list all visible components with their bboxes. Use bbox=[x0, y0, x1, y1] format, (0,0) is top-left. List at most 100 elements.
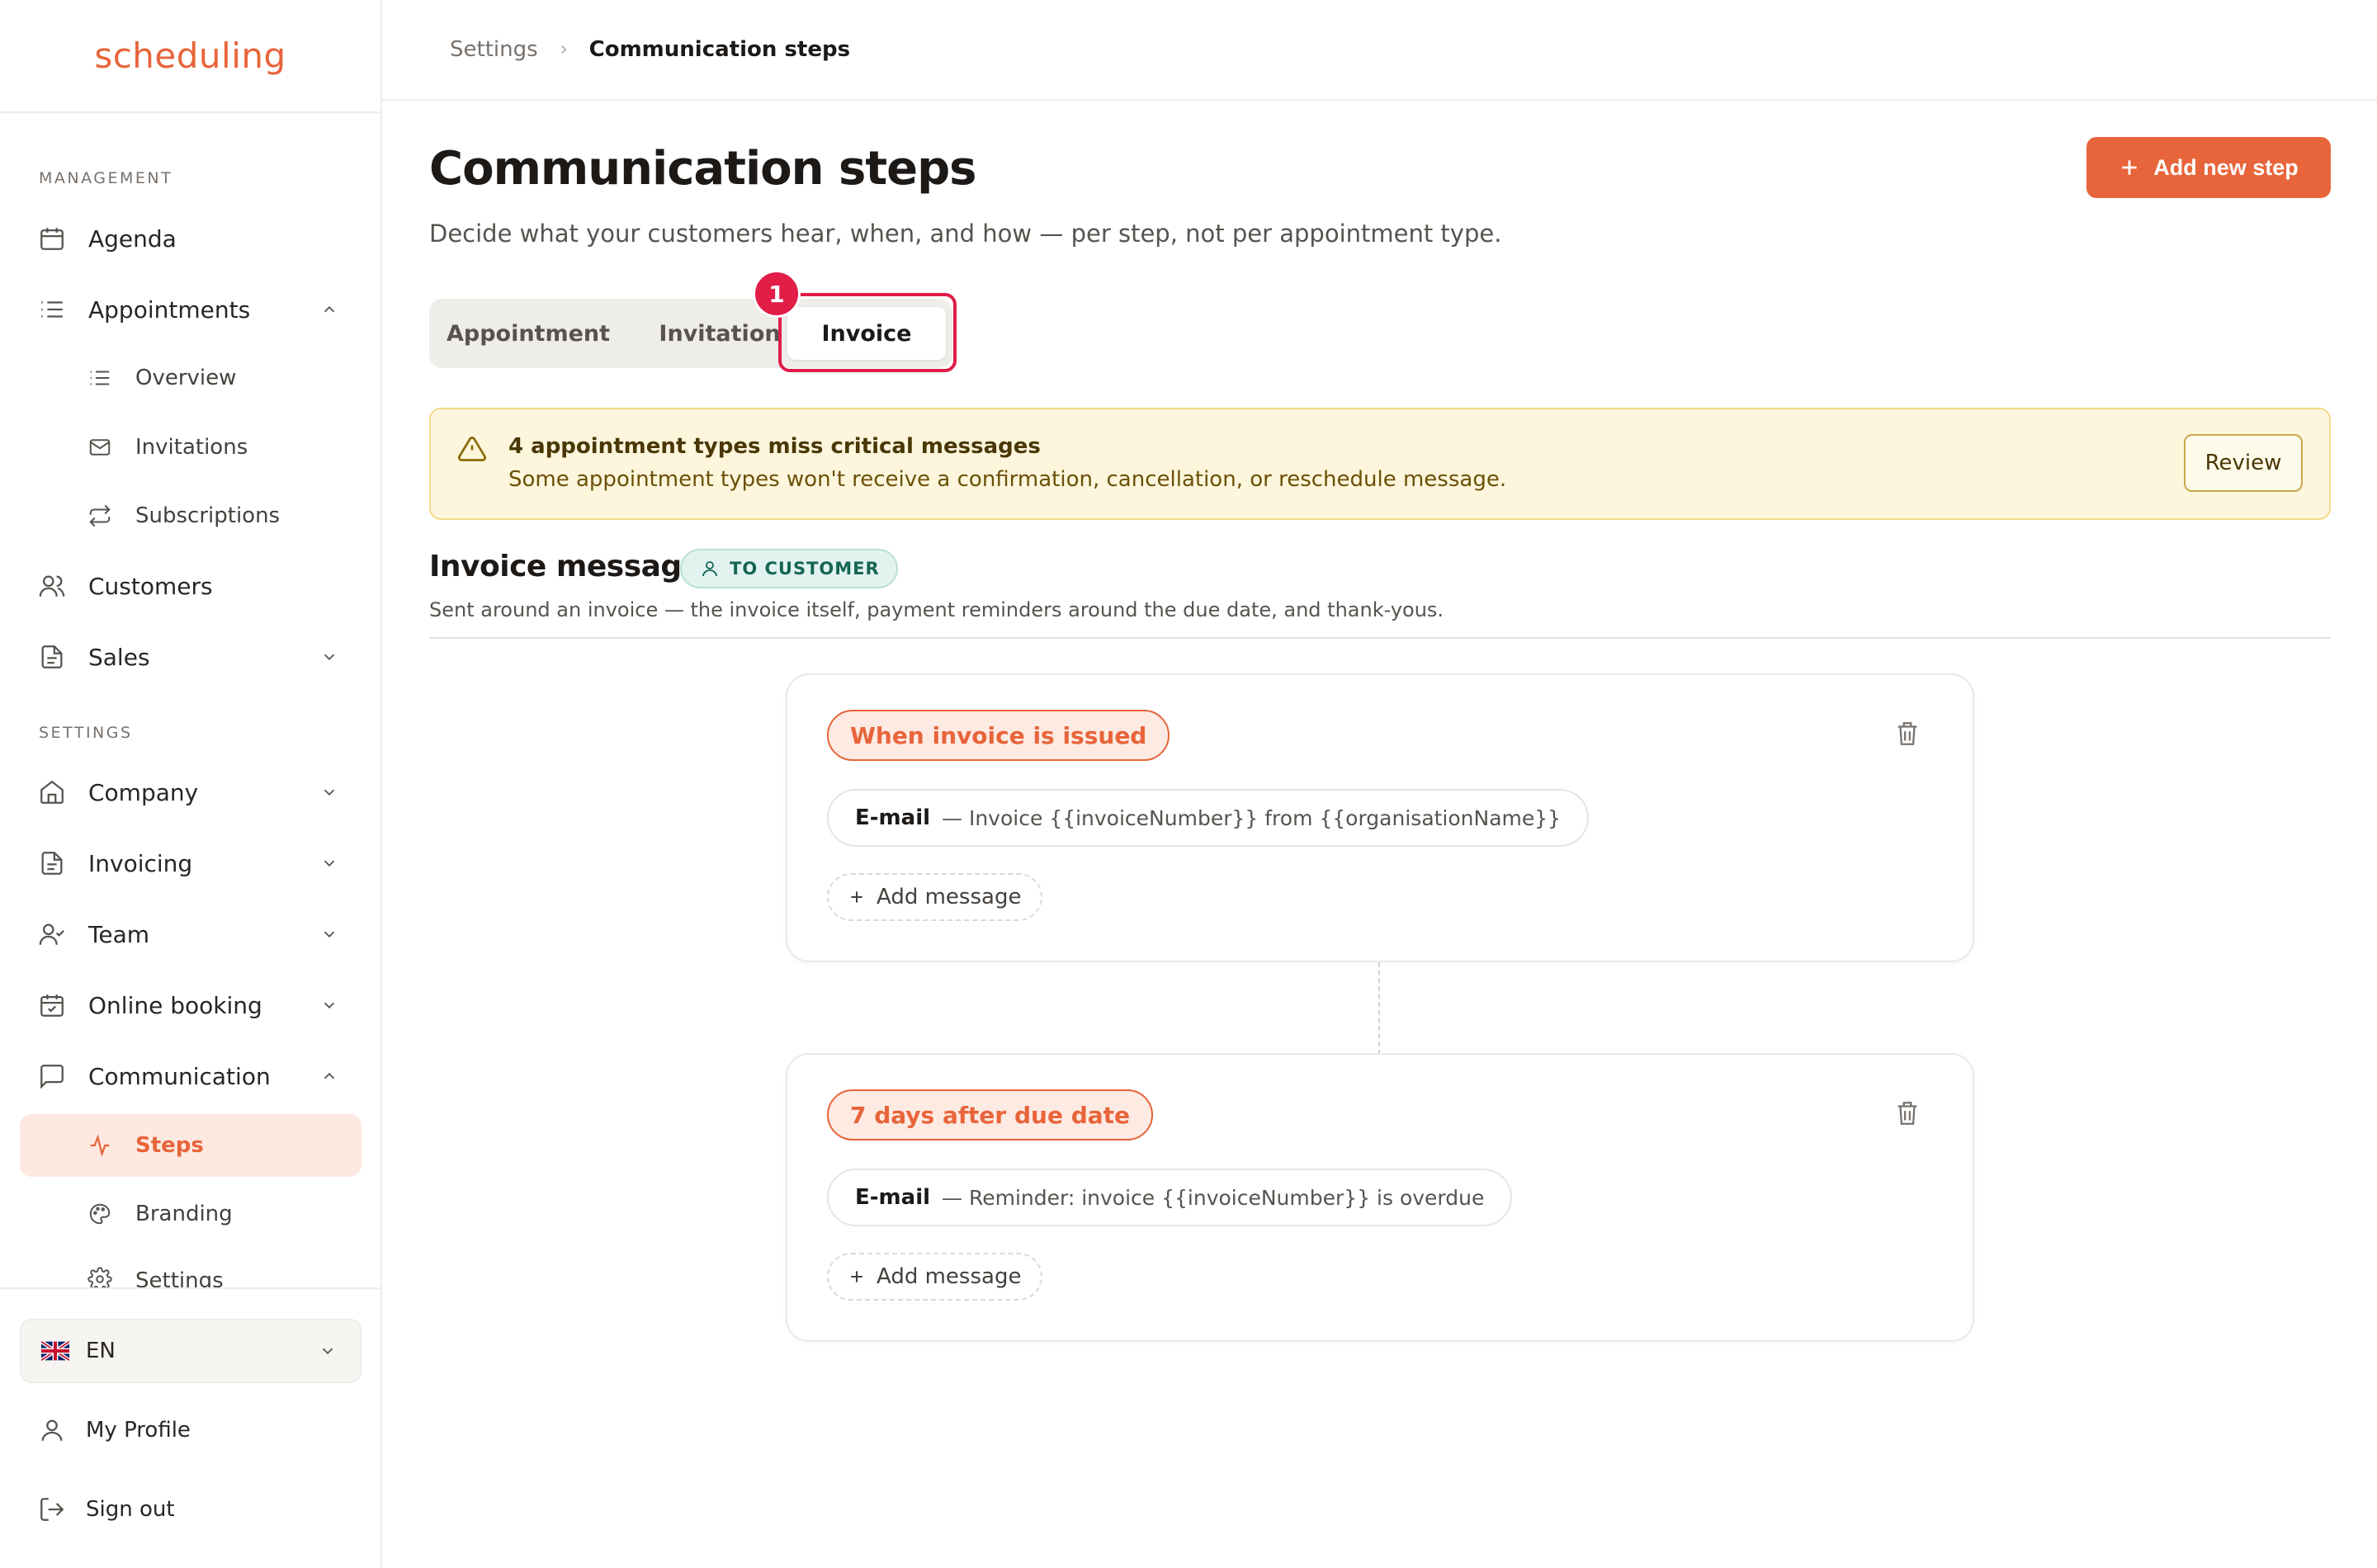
sidebar-item-branding[interactable]: Branding bbox=[20, 1184, 362, 1244]
chevron-right-icon bbox=[560, 45, 566, 54]
my-profile-label: My Profile bbox=[86, 1418, 191, 1443]
my-profile-link[interactable]: My Profile bbox=[20, 1403, 362, 1457]
sidebar-footer: EN My Profile Sign out bbox=[0, 1287, 380, 1568]
alert-title: 4 appointment types miss critical messag… bbox=[508, 434, 1041, 459]
audience-badge-label: TO CUSTOMER bbox=[730, 559, 880, 579]
log-out-icon bbox=[40, 1498, 64, 1521]
sidebar-item-overview[interactable]: Overview bbox=[20, 348, 362, 408]
audience-badge: TO CUSTOMER bbox=[680, 549, 898, 588]
user-check-icon bbox=[39, 923, 64, 945]
add-message-label: Add message bbox=[877, 1264, 1022, 1289]
review-button[interactable]: Review bbox=[2184, 434, 2303, 492]
sidebar-item-sales[interactable]: Sales bbox=[20, 627, 362, 687]
section-divider bbox=[429, 637, 2331, 639]
sign-out-link[interactable]: Sign out bbox=[20, 1482, 362, 1537]
chevron-down-icon bbox=[324, 789, 335, 796]
section-title: Invoice messages bbox=[429, 550, 719, 583]
plus-icon bbox=[2122, 160, 2137, 175]
sidebar-item-label: Appointments bbox=[88, 295, 251, 324]
sidebar-item-team[interactable]: Team bbox=[20, 904, 362, 964]
list-icon bbox=[90, 371, 110, 385]
language-select[interactable]: EN bbox=[20, 1319, 362, 1383]
chevron-down-icon bbox=[324, 1002, 335, 1009]
sidebar-item-label: Settings bbox=[135, 1268, 224, 1287]
sidebar-item-label: Overview bbox=[135, 366, 237, 390]
annotation-highlight bbox=[778, 293, 957, 372]
chevron-down-icon bbox=[324, 654, 335, 661]
sidebar-item-label: Online booking bbox=[88, 991, 262, 1019]
calendar-check-icon bbox=[40, 994, 64, 1017]
section-description: Sent around an invoice — the invoice its… bbox=[429, 598, 1444, 621]
document-icon bbox=[41, 645, 63, 668]
list-icon bbox=[41, 301, 63, 318]
trash-icon[interactable] bbox=[1895, 720, 1920, 748]
trash-icon[interactable] bbox=[1895, 1099, 1920, 1127]
sidebar-item-label: Communication bbox=[88, 1062, 271, 1090]
sidebar-item-customers[interactable]: Customers bbox=[20, 556, 362, 616]
step-trigger-pill[interactable]: When invoice is issued bbox=[827, 710, 1170, 761]
home-icon bbox=[40, 780, 64, 804]
add-message-button[interactable]: Add message bbox=[827, 873, 1043, 921]
sidebar-item-communication[interactable]: Communication bbox=[20, 1046, 362, 1106]
chevron-up-icon bbox=[324, 1072, 335, 1079]
breadcrumb: Settings Communication steps bbox=[382, 0, 2377, 101]
step-connector bbox=[1378, 962, 1380, 1055]
chevron-down-icon bbox=[322, 1348, 333, 1355]
sidebar-item-steps[interactable]: Steps bbox=[20, 1114, 362, 1177]
missing-messages-alert: 4 appointment types miss critical messag… bbox=[429, 408, 2331, 520]
language-label: EN bbox=[86, 1339, 116, 1363]
warning-icon bbox=[457, 437, 487, 461]
message-channel: E-mail bbox=[855, 1185, 931, 1210]
tab-appointment[interactable]: Appointment bbox=[429, 299, 627, 368]
palette-icon bbox=[89, 1203, 111, 1225]
mail-icon bbox=[89, 439, 111, 456]
settings-section-label: SETTINGS bbox=[39, 724, 133, 742]
sidebar-item-agenda[interactable]: Agenda bbox=[20, 209, 362, 268]
sidebar-item-label: Branding bbox=[135, 1202, 233, 1226]
alert-text: Some appointment types won't receive a c… bbox=[508, 467, 1507, 492]
calendar-icon bbox=[40, 228, 64, 250]
add-new-step-button[interactable]: Add new step bbox=[2086, 137, 2331, 198]
message-subject: — Reminder: invoice {{invoiceNumber}} is… bbox=[942, 1185, 1485, 1210]
add-message-button[interactable]: Add message bbox=[827, 1253, 1043, 1301]
sidebar-item-invoicing[interactable]: Invoicing bbox=[20, 834, 362, 893]
uk-flag-icon bbox=[41, 1341, 69, 1361]
sidebar: scheduling MANAGEMENT Agenda Appointment… bbox=[0, 0, 382, 1568]
sidebar-item-label: Steps bbox=[135, 1133, 204, 1158]
document-icon bbox=[41, 852, 63, 875]
logo-area: scheduling bbox=[0, 0, 380, 113]
add-new-step-label: Add new step bbox=[2153, 154, 2299, 180]
sidebar-item-subscriptions[interactable]: Subscriptions bbox=[20, 486, 362, 545]
sidebar-item-label: Sales bbox=[88, 643, 150, 671]
plus-icon bbox=[851, 1271, 862, 1282]
sidebar-item-company[interactable]: Company bbox=[20, 763, 362, 822]
sidebar-item-online-booking[interactable]: Online booking bbox=[20, 975, 362, 1035]
add-message-label: Add message bbox=[877, 885, 1022, 909]
step-card: 7 days after due date E-mail — Reminder:… bbox=[786, 1053, 1974, 1342]
message-subject: — Invoice {{invoiceNumber}} from {{organ… bbox=[942, 805, 1562, 830]
chevron-down-icon bbox=[324, 860, 335, 867]
chevron-up-icon bbox=[324, 305, 335, 313]
message-pill[interactable]: E-mail — Reminder: invoice {{invoiceNumb… bbox=[827, 1169, 1513, 1226]
management-section-label: MANAGEMENT bbox=[39, 169, 173, 187]
sidebar-item-label: Agenda bbox=[88, 224, 177, 253]
sidebar-item-label: Customers bbox=[88, 572, 213, 600]
message-pill[interactable]: E-mail — Invoice {{invoiceNumber}} from … bbox=[827, 789, 1590, 847]
sidebar-item-appointments[interactable]: Appointments bbox=[20, 280, 362, 339]
annotation-marker: 1 bbox=[753, 270, 801, 318]
sidebar-item-label: Team bbox=[88, 920, 150, 948]
sidebar-item-label: Subscriptions bbox=[135, 503, 281, 528]
breadcrumb-current: Communication steps bbox=[588, 37, 851, 62]
message-square-icon bbox=[40, 1065, 64, 1089]
app-logo[interactable]: scheduling bbox=[94, 35, 286, 76]
sidebar-item-settings[interactable]: Settings bbox=[20, 1252, 362, 1287]
sidebar-item-invitations[interactable]: Invitations bbox=[20, 418, 362, 477]
user-icon bbox=[41, 1419, 63, 1441]
sidebar-item-label: Invoicing bbox=[88, 849, 193, 877]
repeat-icon bbox=[89, 504, 111, 527]
plus-icon bbox=[851, 891, 862, 903]
page-title: Communication steps bbox=[429, 142, 976, 196]
breadcrumb-settings[interactable]: Settings bbox=[450, 37, 538, 62]
step-trigger-pill[interactable]: 7 days after due date bbox=[827, 1089, 1154, 1141]
sidebar-item-label: Company bbox=[88, 778, 199, 806]
